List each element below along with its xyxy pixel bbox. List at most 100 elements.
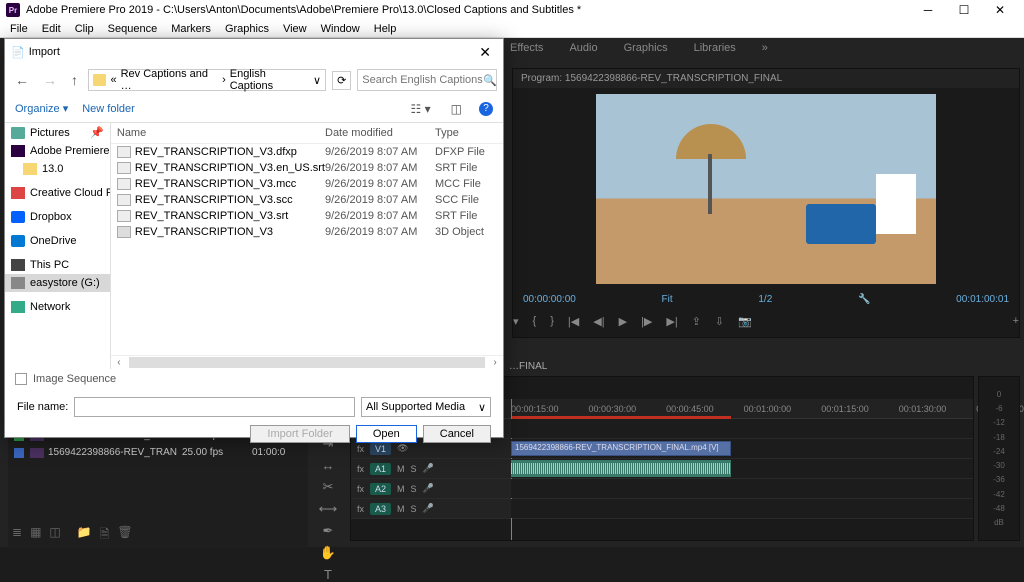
sidebar-item-dropbox[interactable]: Dropbox — [5, 208, 110, 226]
filename-input[interactable] — [74, 397, 355, 417]
image-sequence-checkbox[interactable] — [15, 373, 27, 385]
col-name[interactable]: Name — [117, 127, 325, 139]
dialog-icon: 📄 — [11, 46, 25, 59]
file-row[interactable]: REV_TRANSCRIPTION_V3.mcc9/26/2019 8:07 A… — [111, 176, 503, 192]
audio-clip[interactable] — [511, 460, 731, 477]
file-icon — [117, 194, 131, 206]
new-bin-icon[interactable]: 📁 — [77, 525, 92, 546]
file-row[interactable]: REV_TRANSCRIPTION_V3.srt9/26/2019 8:07 A… — [111, 208, 503, 224]
program-video-frame[interactable] — [596, 94, 936, 284]
maximize-button[interactable]: ☐ — [946, 3, 982, 17]
filename-label: File name: — [17, 401, 68, 413]
sidebar-item-13[interactable]: 13.0 — [5, 160, 110, 178]
hand-tool-icon[interactable]: ✋ — [320, 545, 336, 561]
menu-window[interactable]: Window — [315, 23, 366, 35]
col-type[interactable]: Type — [435, 127, 497, 139]
ripple-tool-icon[interactable]: ↔ — [322, 458, 335, 473]
menu-graphics[interactable]: Graphics — [219, 23, 275, 35]
menu-edit[interactable]: Edit — [36, 23, 67, 35]
cancel-button[interactable]: Cancel — [423, 425, 491, 443]
trash-icon[interactable]: 🗑 — [117, 525, 132, 546]
in-point-icon[interactable]: { — [533, 315, 537, 328]
file-row[interactable]: REV_TRANSCRIPTION_V3.dfxp9/26/2019 8:07 … — [111, 144, 503, 160]
tab-libraries[interactable]: Libraries — [694, 42, 736, 54]
sidebar-item-easystore[interactable]: easystore (G:) — [5, 274, 110, 292]
zoom-dropdown[interactable]: 1/2 — [758, 294, 772, 305]
import-folder-button[interactable]: Import Folder — [250, 425, 349, 443]
dialog-close-icon[interactable]: ✕ — [473, 44, 497, 61]
preview-pane-icon[interactable]: ◫ — [448, 102, 465, 116]
close-button[interactable]: ✕ — [982, 3, 1018, 17]
sidebar-item-pictures[interactable]: Pictures📌 — [5, 123, 110, 142]
extract-icon[interactable]: ⇩ — [715, 315, 724, 328]
go-to-out-icon[interactable]: ▶| — [666, 315, 677, 328]
nav-forward-icon[interactable]: → — [39, 72, 61, 88]
pen-tool-icon[interactable]: ✒ — [323, 523, 334, 539]
view-mode-icon[interactable]: ☷ ▾ — [408, 102, 434, 116]
button-editor-icon[interactable]: + — [1013, 315, 1019, 328]
program-timecode-in[interactable]: 00:00:00:00 — [523, 294, 576, 305]
new-item-icon[interactable]: 🗎 — [100, 525, 110, 546]
menu-view[interactable]: View — [277, 23, 313, 35]
search-input[interactable] — [357, 69, 497, 91]
track-a1: fxA1MS🎤 — [351, 459, 973, 479]
settings-icon[interactable]: 🔧 — [858, 294, 870, 305]
play-icon[interactable]: ▶ — [619, 315, 627, 328]
list-view-icon[interactable]: ≣ — [12, 525, 22, 546]
file-filter-dropdown[interactable]: All Supported Media∨ — [361, 397, 491, 417]
step-back-icon[interactable]: ◀| — [593, 315, 604, 328]
file-icon — [117, 178, 131, 190]
nav-back-icon[interactable]: ← — [11, 72, 33, 88]
lift-icon[interactable]: ⇪ — [692, 315, 701, 328]
refresh-icon[interactable]: ⟳ — [332, 71, 351, 90]
video-clip[interactable]: 1569422398866-REV_TRANSCRIPTION_FINAL.mp… — [511, 441, 731, 456]
new-folder-button[interactable]: New folder — [82, 103, 135, 115]
file-icon — [117, 162, 131, 174]
h-scrollbar[interactable]: ‹› — [111, 355, 503, 369]
menu-markers[interactable]: Markers — [165, 23, 217, 35]
tab-overflow-icon[interactable]: » — [762, 42, 768, 54]
organize-button[interactable]: Organize ▾ — [15, 102, 68, 115]
tab-audio[interactable]: Audio — [569, 42, 597, 54]
sidebar-item-premiere[interactable]: Adobe Premiere P — [5, 142, 110, 160]
col-date[interactable]: Date modified — [325, 127, 435, 139]
freeform-view-icon[interactable]: ◫ — [49, 525, 60, 546]
track-a3: fxA3MS🎤 — [351, 499, 973, 519]
menu-help[interactable]: Help — [368, 23, 403, 35]
help-icon[interactable]: ? — [479, 102, 493, 116]
sidebar-item-onedrive[interactable]: OneDrive — [5, 232, 110, 250]
tab-effects[interactable]: Effects — [510, 42, 543, 54]
menu-file[interactable]: File — [4, 23, 34, 35]
menu-clip[interactable]: Clip — [69, 23, 100, 35]
file-row[interactable]: REV_TRANSCRIPTION_V3.scc9/26/2019 8:07 A… — [111, 192, 503, 208]
go-to-in-icon[interactable]: |◀ — [568, 315, 579, 328]
minimize-button[interactable]: ─ — [910, 3, 946, 17]
timeline-tab[interactable]: …FINAL — [501, 359, 555, 374]
icon-view-icon[interactable]: ▦ — [30, 525, 41, 546]
sidebar-item-cc[interactable]: Creative Cloud Fil — [5, 184, 110, 202]
file-icon — [117, 146, 131, 158]
program-timecode-out[interactable]: 00:01:00:01 — [956, 294, 1009, 305]
breadcrumb[interactable]: « Rev Captions and … › English Captions … — [88, 69, 326, 91]
file-row[interactable]: REV_TRANSCRIPTION_V3.en_US.srt9/26/2019 … — [111, 160, 503, 176]
marker-icon[interactable]: ▾ — [513, 315, 519, 328]
export-frame-icon[interactable]: 📷 — [738, 315, 752, 328]
slip-tool-icon[interactable]: ⟷ — [319, 501, 338, 517]
open-button[interactable]: Open — [356, 425, 417, 443]
tab-graphics[interactable]: Graphics — [624, 42, 668, 54]
step-forward-icon[interactable]: |▶ — [641, 315, 652, 328]
nav-up-icon[interactable]: ↑ — [67, 72, 82, 88]
fit-dropdown[interactable]: Fit — [662, 294, 673, 305]
sidebar-item-network[interactable]: Network — [5, 298, 110, 316]
app-icon: Pr — [6, 3, 20, 17]
out-point-icon[interactable]: } — [550, 315, 554, 328]
project-footer: ≣ ▦ ◫ 📁 🗎 🗑 — [12, 525, 133, 546]
menu-sequence[interactable]: Sequence — [102, 23, 164, 35]
razor-tool-icon[interactable]: ✂ — [323, 479, 334, 495]
type-tool-icon[interactable]: T — [324, 567, 332, 582]
file-row[interactable]: REV_TRANSCRIPTION_V39/26/2019 8:07 AM3D … — [111, 224, 503, 240]
file-icon — [117, 210, 131, 222]
search-icon[interactable]: 🔍 — [483, 74, 497, 87]
program-monitor: Program: 1569422398866-REV_TRANSCRIPTION… — [512, 68, 1020, 338]
sidebar-item-thispc[interactable]: This PC — [5, 256, 110, 274]
